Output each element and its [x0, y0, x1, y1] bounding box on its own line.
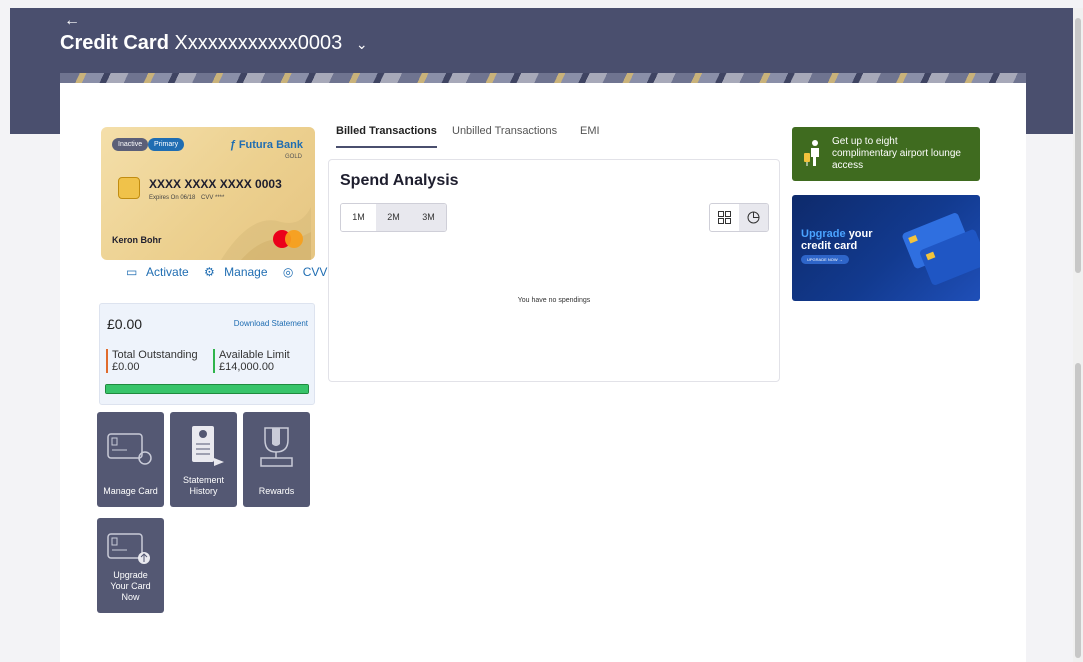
statement-history-tile[interactable]: Statement History [170, 412, 237, 507]
cvv-link[interactable]: ◎ CVV [283, 265, 334, 279]
lounge-promo-text: Get up to eight complimentary airport lo… [832, 136, 961, 171]
grid-view-icon[interactable] [710, 204, 739, 231]
card-expiry: Expires On 06/18 [149, 195, 196, 201]
chevron-down-icon[interactable]: ⌄ [356, 36, 368, 52]
title-card-number: Xxxxxxxxxxxx0003 [174, 32, 343, 54]
chip-icon [118, 177, 140, 199]
total-outstanding: Total Outstanding £0.00 [106, 349, 198, 373]
scrollbar-thumb[interactable] [1075, 18, 1081, 273]
card-cvv-mask: CVV **** [201, 195, 225, 201]
available-limit-value: £14,000.00 [219, 361, 275, 373]
status-badge: Inactive [112, 138, 149, 151]
upgrade-promo-highlight: Upgrade [801, 228, 846, 240]
card-holder: Keron Bohr [112, 235, 162, 245]
manage-card-label: Manage Card [103, 486, 158, 496]
balance-summary: £0.00 Download Statement Total Outstandi… [99, 303, 315, 405]
manage-link[interactable]: ⚙ Manage [204, 265, 273, 279]
bank-logo: ƒ Futura Bank [230, 139, 303, 151]
back-arrow-icon[interactable]: ← [64, 12, 80, 30]
statement-icon [192, 426, 224, 466]
bank-name: Futura Bank [238, 139, 303, 151]
eye-icon: ◎ [282, 265, 294, 279]
card-icon: ▭ [126, 265, 138, 279]
upgrade-promo-line1: Upgrade your [801, 228, 873, 240]
manage-label: Manage [224, 265, 268, 279]
limit-progress-bar [105, 384, 309, 394]
credit-card-image: Inactive Primary ƒ Futura Bank GOLD XXXX… [101, 127, 315, 260]
gear-icon: ⚙ [204, 265, 215, 279]
statement-history-label: Statement History [182, 475, 225, 496]
tab-billed-transactions[interactable]: Billed Transactions [336, 125, 437, 148]
manage-card-tile[interactable]: Manage Card [97, 412, 164, 507]
scrollbar[interactable] [1073, 8, 1083, 662]
spend-analysis-panel: Spend Analysis 1M 2M 3M You have no spen… [328, 159, 780, 382]
upgrade-now-button[interactable]: UPGRADE NOW → [801, 255, 849, 264]
trophy-icon [260, 427, 293, 467]
card-number: XXXX XXXX XXXX 0003 [149, 177, 282, 191]
range-1m-button[interactable]: 1M [341, 204, 376, 231]
upgrade-card-label: Upgrade Your Card Now [110, 570, 151, 602]
total-outstanding-label: Total Outstanding [112, 349, 198, 361]
activate-link[interactable]: ▭ Activate [126, 265, 195, 279]
tab-unbilled-transactions[interactable]: Unbilled Transactions [452, 125, 557, 137]
primary-badge: Primary [148, 138, 185, 151]
spend-analysis-title: Spend Analysis [340, 172, 459, 189]
lounge-promo-banner[interactable]: Get up to eight complimentary airport lo… [792, 127, 980, 181]
activate-label: Activate [146, 265, 189, 279]
range-2m-button[interactable]: 2M [376, 204, 411, 231]
range-selector: 1M 2M 3M [340, 203, 447, 232]
card-tier: GOLD [284, 154, 302, 160]
upgrade-promo-line2: credit card [801, 240, 858, 252]
scrollbar-thumb-lower[interactable] [1075, 363, 1081, 658]
bank-logo-icon: ƒ [229, 139, 236, 151]
credit-cards-illustration-icon [902, 213, 980, 285]
upgrade-promo-banner[interactable]: Upgrade your credit card UPGRADE NOW → [792, 195, 980, 301]
header-pattern [60, 73, 1026, 83]
download-statement-link[interactable]: Download Statement [234, 319, 308, 328]
pie-chart-icon[interactable] [739, 204, 768, 231]
available-limit-label: Available Limit [219, 349, 290, 361]
balance-amount: £0.00 [107, 316, 143, 332]
tab-emi[interactable]: EMI [580, 125, 600, 137]
view-toggle [709, 203, 769, 232]
card-actions: ▭ Activate ⚙ Manage ◎ CVV [126, 265, 339, 279]
upgrade-promo-your: your [848, 228, 873, 240]
available-limit: Available Limit £14,000.00 [213, 349, 290, 373]
total-outstanding-value: £0.00 [112, 361, 140, 373]
mastercard-logo-icon [273, 230, 303, 248]
limit-progress-fill [106, 385, 308, 393]
upgrade-card-tile[interactable]: Upgrade Your Card Now [97, 518, 164, 613]
manage-card-icon [107, 433, 152, 465]
rewards-tile[interactable]: Rewards [243, 412, 310, 507]
title-product: Credit Card [60, 32, 169, 54]
range-3m-button[interactable]: 3M [411, 204, 446, 231]
empty-state-message: You have no spendings [517, 297, 591, 304]
cvv-label: CVV [302, 265, 328, 279]
rewards-label: Rewards [258, 486, 295, 496]
page-title[interactable]: Credit Card Xxxxxxxxxxxx0003 ⌄ [60, 32, 368, 55]
traveler-icon [804, 140, 819, 166]
